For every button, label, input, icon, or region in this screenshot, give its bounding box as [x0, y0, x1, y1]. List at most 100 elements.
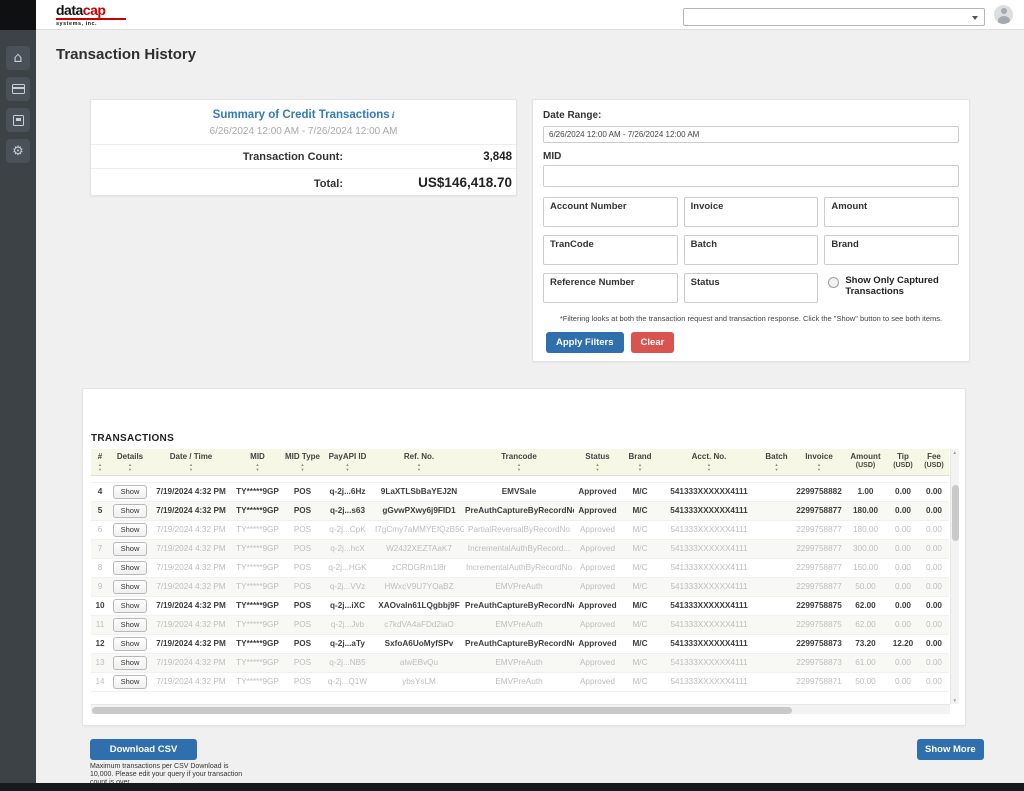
- cell-date: 7/19/2024 4:32 PM: [151, 482, 231, 501]
- filter-field-batch[interactable]: Batch: [684, 235, 819, 265]
- table-row: 9Show7/19/2024 4:32 PMTY*****9GPPOSq-2j.…: [91, 577, 949, 596]
- cell-trancode: IncrementalAuthByRecordNo: [464, 558, 574, 577]
- show-details-button[interactable]: Show: [113, 504, 148, 518]
- logo-part-cap: cap: [83, 2, 106, 18]
- apply-filters-button[interactable]: Apply Filters: [546, 332, 624, 353]
- filter-field-reference-number[interactable]: Reference Number: [543, 273, 678, 303]
- cell-mid: TY*****9GP: [231, 501, 284, 520]
- show-more-button[interactable]: Show More: [917, 739, 984, 760]
- col-header-status[interactable]: Status: [574, 449, 621, 475]
- cell-acct_no: 541333XXXXXX4111: [659, 672, 759, 691]
- col-header-date-time[interactable]: Date / Time: [151, 449, 231, 475]
- download-csv-button[interactable]: Download CSV: [90, 739, 197, 760]
- col-header-mid-type[interactable]: MID Type: [284, 449, 321, 475]
- scrollbar-thumb[interactable]: [952, 485, 959, 541]
- show-details-button[interactable]: Show: [113, 599, 148, 613]
- mid-label: MID: [543, 151, 959, 162]
- col-header-acct-no[interactable]: Acct. No.: [659, 449, 759, 475]
- cell-acct_no: 541333XXXXXX4111: [659, 482, 759, 501]
- show-details-button[interactable]: Show: [113, 542, 148, 556]
- cell-details: Show: [109, 634, 151, 653]
- col-header-label: Tip: [888, 452, 918, 461]
- info-icon[interactable]: i: [392, 111, 395, 121]
- cell-acct_no: 541333XXXXXX4111: [659, 615, 759, 634]
- filter-field-trancode[interactable]: TranCode: [543, 235, 678, 265]
- date-range-input[interactable]: [543, 126, 959, 143]
- summary-title[interactable]: Summary of Credit Transactionsi: [91, 109, 516, 121]
- show-details-button[interactable]: Show: [113, 675, 148, 689]
- card-icon: [12, 84, 25, 94]
- cell-tip: 0.00: [887, 596, 919, 615]
- transactions-table-wrap: #DetailsDate / TimeMIDMID TypePayAPI IDR…: [91, 449, 959, 714]
- filter-field-account-number[interactable]: Account Number: [543, 197, 678, 227]
- user-avatar-icon[interactable]: [994, 5, 1013, 24]
- sidebar-item-home[interactable]: ⌂: [6, 46, 30, 70]
- cell-invoice: 2299758877: [794, 558, 844, 577]
- cell-brand: M/C: [621, 615, 659, 634]
- cell-date: 7/19/2024 4:32 PM: [151, 558, 231, 577]
- show-details-button[interactable]: Show: [113, 485, 148, 499]
- mid-input[interactable]: [543, 165, 959, 187]
- cell-invoice: 2299758873: [794, 653, 844, 672]
- table-row: 12Show7/19/2024 4:32 PMTY*****9GPPOSq-2j…: [91, 634, 949, 653]
- cell-invoice: 2299758875: [794, 615, 844, 634]
- cell-amount: 62.00: [844, 615, 887, 634]
- horizontal-scrollbar[interactable]: [91, 704, 950, 714]
- cell-brand: M/C: [621, 558, 659, 577]
- cell-invoice: 2299758877: [794, 539, 844, 558]
- sidebar-item-settings[interactable]: ⚙: [6, 139, 30, 163]
- col-header-payapi-id[interactable]: PayAPI ID: [321, 449, 374, 475]
- cell-trancode: PreAuthCaptureByRecordNo: [464, 634, 574, 653]
- cell-payapi_id: q-2j...VVz: [321, 577, 374, 596]
- col-header-details[interactable]: Details: [109, 449, 151, 475]
- col-header-amount[interactable]: Amount(USD): [844, 449, 887, 475]
- filter-field-invoice[interactable]: Invoice: [684, 197, 819, 227]
- transactions-panel: TRANSACTIONS #DetailsDate / TimeMIDMID T…: [82, 388, 966, 726]
- cell-invoice: 2299758875: [794, 596, 844, 615]
- show-details-button[interactable]: Show: [113, 637, 148, 651]
- col-header-trancode[interactable]: Trancode: [464, 449, 574, 475]
- cell-details: Show: [109, 653, 151, 672]
- clear-button[interactable]: Clear: [631, 332, 675, 353]
- show-details-button[interactable]: Show: [113, 656, 148, 670]
- cell-fee: 0.00: [919, 558, 949, 577]
- col-header-[interactable]: #: [91, 449, 109, 475]
- col-header-fee[interactable]: Fee(USD): [919, 449, 949, 475]
- filter-field-label: Batch: [691, 239, 812, 250]
- cell-batch: [759, 596, 794, 615]
- filter-field-amount[interactable]: Amount: [824, 197, 959, 227]
- sidebar-item-devices[interactable]: [6, 108, 30, 132]
- filter-field-brand[interactable]: Brand: [824, 235, 959, 265]
- scrollbar-thumb[interactable]: [92, 707, 792, 714]
- show-details-button[interactable]: Show: [113, 580, 148, 594]
- filter-field-status[interactable]: Status: [684, 273, 819, 303]
- col-header-invoice[interactable]: Invoice: [794, 449, 844, 475]
- cell-batch: [759, 501, 794, 520]
- captured-toggle[interactable]: [828, 277, 839, 288]
- captured-toggle-label: Show Only Captured Transactions: [845, 275, 959, 297]
- account-select[interactable]: [683, 8, 985, 26]
- cell-tip: 0.00: [887, 501, 919, 520]
- cell-num: 7: [91, 539, 109, 558]
- show-details-button[interactable]: Show: [113, 561, 148, 575]
- col-header-batch[interactable]: Batch: [759, 449, 794, 475]
- col-header-mid[interactable]: MID: [231, 449, 284, 475]
- cell-status: Approved: [574, 653, 621, 672]
- col-header-tip[interactable]: Tip(USD): [887, 449, 919, 475]
- cell-amount: 73.20: [844, 634, 887, 653]
- col-header-ref-no[interactable]: Ref. No.: [374, 449, 464, 475]
- cell-num: 8: [91, 558, 109, 577]
- col-header-brand[interactable]: Brand: [621, 449, 659, 475]
- cell-details: Show: [109, 558, 151, 577]
- total-value: US$146,418.70: [343, 175, 512, 190]
- cell-fee: 0.00: [919, 539, 949, 558]
- show-details-button[interactable]: Show: [113, 523, 148, 537]
- sort-icon: [775, 463, 779, 472]
- sort-icon: [707, 463, 711, 472]
- table-row: 7Show7/19/2024 4:32 PMTY*****9GPPOSq-2j.…: [91, 539, 949, 558]
- vertical-scrollbar[interactable]: [950, 449, 959, 704]
- cell-acct_no: 541333XXXXXX4111: [659, 520, 759, 539]
- sidebar-item-transactions[interactable]: [6, 77, 30, 101]
- show-details-button[interactable]: Show: [113, 618, 148, 632]
- filter-note: *Filtering looks at both the transaction…: [543, 314, 959, 323]
